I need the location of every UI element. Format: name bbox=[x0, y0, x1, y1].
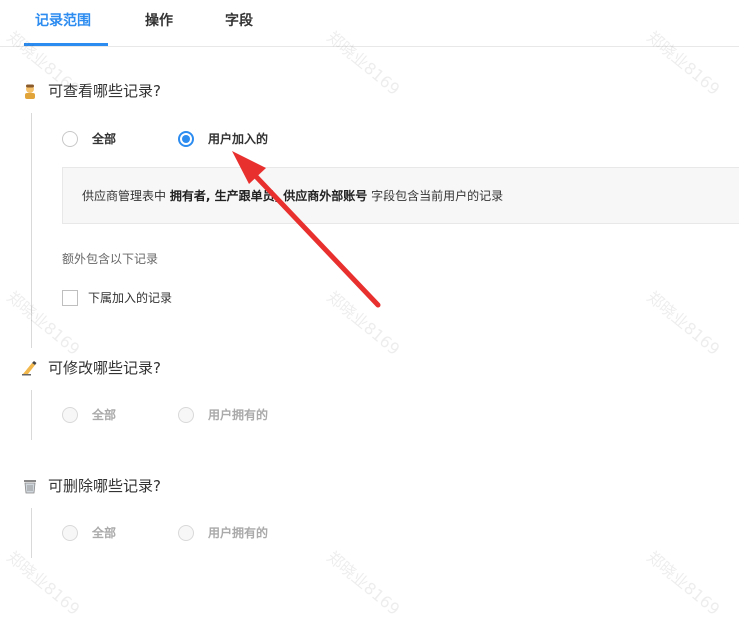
info-suffix: 字段包含当前用户的记录 bbox=[367, 189, 504, 203]
checkbox-box[interactable] bbox=[62, 289, 78, 306]
delete-section-title: 可删除哪些记录? bbox=[48, 477, 161, 495]
delete-option-user-owned[interactable]: 用户拥有的 bbox=[178, 524, 268, 541]
watermark: 郑晓业8169 bbox=[323, 547, 404, 619]
radio-circle[interactable] bbox=[178, 524, 194, 541]
radio-label: 用户加入的 bbox=[208, 132, 269, 146]
tab-operations[interactable]: 操作 bbox=[145, 10, 173, 30]
radio-label: 用户拥有的 bbox=[208, 526, 269, 540]
edit-section-line bbox=[31, 390, 32, 440]
subordinate-joined-checkbox[interactable]: 下属加入的记录 bbox=[62, 289, 172, 306]
radio-circle[interactable] bbox=[62, 130, 78, 147]
view-section-header: 可查看哪些记录? bbox=[22, 80, 161, 101]
edit-option-all[interactable]: 全部 bbox=[62, 406, 116, 423]
extra-records-label: 额外包含以下记录 bbox=[62, 252, 159, 266]
radio-label: 全部 bbox=[92, 526, 117, 540]
delete-section-header: 可删除哪些记录? bbox=[22, 475, 161, 496]
trash-icon bbox=[22, 478, 38, 494]
watermark: 郑晓业8169 bbox=[643, 547, 724, 619]
person-icon bbox=[22, 83, 38, 99]
radio-label: 用户拥有的 bbox=[208, 408, 269, 422]
scope-info-box: 供应商管理表中 拥有者, 生产跟单员, 供应商外部账号 字段包含当前用户的记录 bbox=[62, 167, 739, 224]
radio-circle[interactable] bbox=[62, 406, 78, 423]
view-option-all[interactable]: 全部 bbox=[62, 130, 116, 147]
delete-section-line bbox=[31, 508, 32, 558]
scope-info-text: 供应商管理表中 拥有者, 生产跟单员, 供应商外部账号 字段包含当前用户的记录 bbox=[82, 187, 503, 204]
checkbox-label: 下属加入的记录 bbox=[88, 291, 173, 305]
radio-circle[interactable] bbox=[178, 130, 194, 147]
info-prefix: 供应商管理表中 bbox=[82, 189, 170, 203]
watermark: 郑晓业8169 bbox=[3, 547, 84, 619]
watermark: 郑晓业8169 bbox=[323, 287, 404, 359]
edit-option-user-owned[interactable]: 用户拥有的 bbox=[178, 406, 268, 423]
edit-section-header: 可修改哪些记录? bbox=[22, 357, 161, 378]
info-fields: 拥有者, 生产跟单员, 供应商外部账号 bbox=[169, 189, 368, 203]
active-tab-indicator bbox=[24, 43, 108, 46]
tab-record-scope[interactable]: 记录范围 bbox=[35, 10, 91, 30]
edit-section-title: 可修改哪些记录? bbox=[48, 359, 161, 377]
view-section-title: 可查看哪些记录? bbox=[48, 82, 161, 100]
radio-circle[interactable] bbox=[62, 524, 78, 541]
tab-bar: 记录范围 操作 字段 bbox=[0, 0, 739, 47]
writing-hand-icon bbox=[22, 360, 38, 376]
radio-label: 全部 bbox=[92, 132, 117, 146]
radio-label: 全部 bbox=[92, 408, 117, 422]
tab-fields[interactable]: 字段 bbox=[225, 10, 253, 30]
watermark: 郑晓业8169 bbox=[643, 287, 724, 359]
delete-option-all[interactable]: 全部 bbox=[62, 524, 116, 541]
radio-circle[interactable] bbox=[178, 406, 194, 423]
view-option-user-joined[interactable]: 用户加入的 bbox=[178, 130, 268, 147]
view-section-line bbox=[31, 113, 32, 348]
